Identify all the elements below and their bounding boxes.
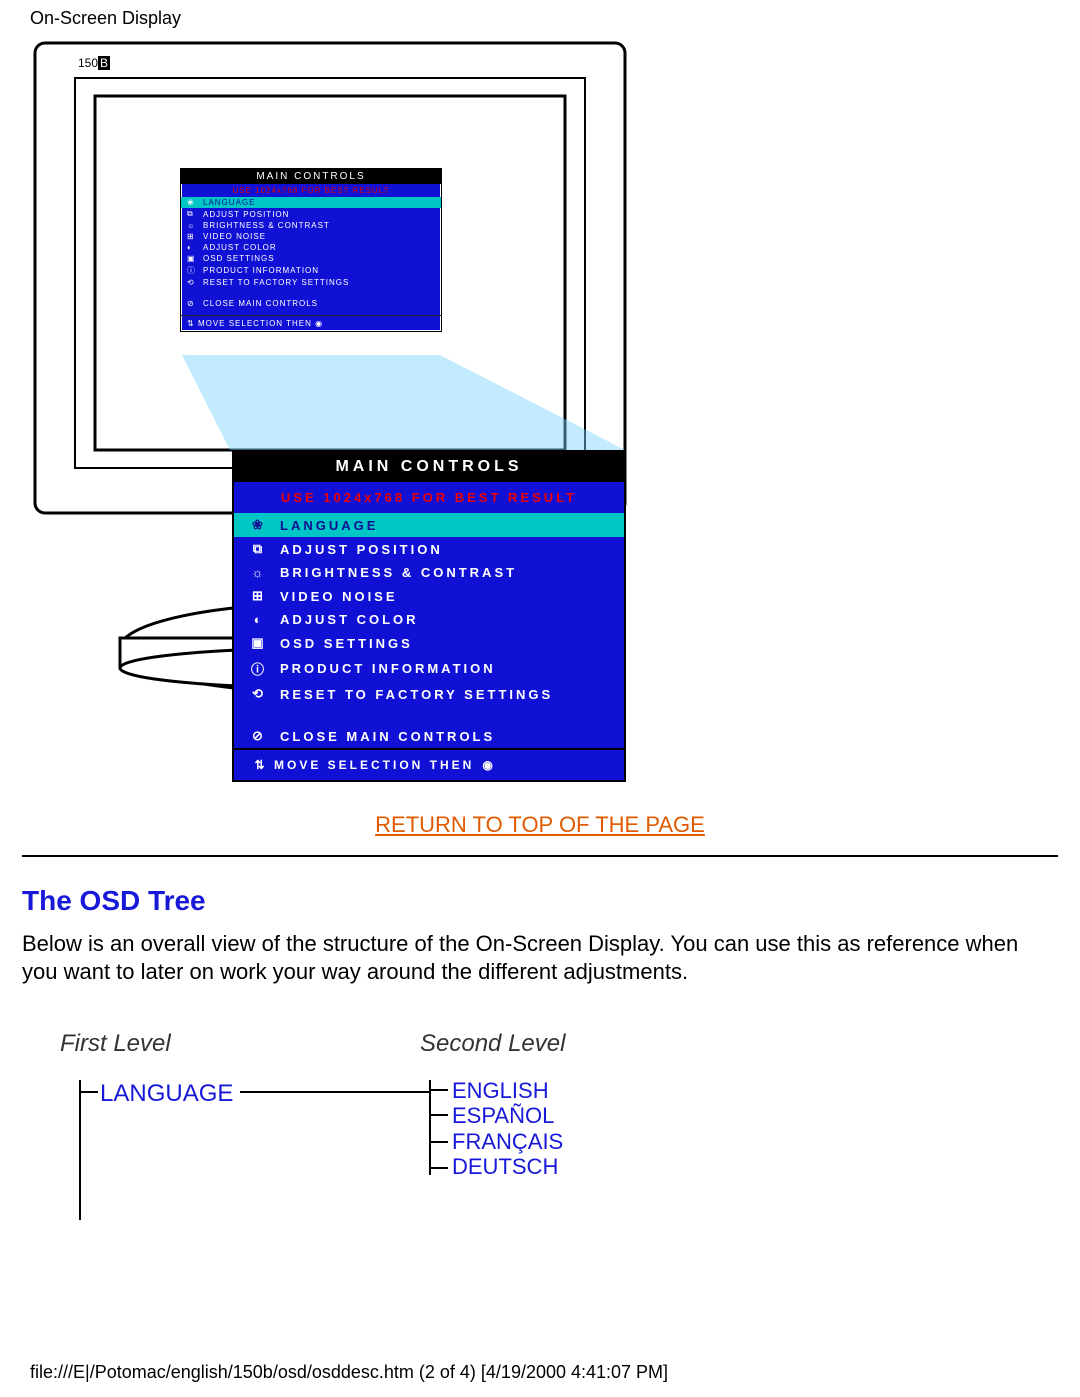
tree-connectors bbox=[60, 1070, 660, 1230]
osd-item-brightness[interactable]: ☼ BRIGHTNESS & CONTRAST bbox=[234, 561, 624, 584]
osd-preview-small: MAIN CONTROLS USE 1024x768 FOR BEST RESU… bbox=[180, 168, 442, 332]
page-header: On-Screen Display bbox=[30, 8, 181, 29]
return-to-top-link[interactable]: RETURN TO TOP OF THE PAGE bbox=[0, 812, 1080, 838]
osd-preview-large: MAIN CONTROLS USE 1024x768 FOR BEST RESU… bbox=[232, 450, 626, 782]
osd-footer-label: MOVE SELECTION THEN bbox=[274, 758, 474, 772]
model-suffix: B bbox=[98, 56, 110, 70]
updown-icon: ⇅ bbox=[248, 758, 274, 772]
tree-level2-header: Second Level bbox=[420, 1030, 565, 1058]
osd-item-label: PRODUCT INFORMATION bbox=[280, 661, 496, 676]
osd-item: ◐ADJUST COLOR bbox=[181, 242, 441, 253]
osd-warning: USE 1024x768 FOR BEST RESULT bbox=[181, 184, 441, 197]
osd-item-label: OSD SETTINGS bbox=[280, 636, 413, 651]
reset-icon: ⟲ bbox=[248, 686, 270, 702]
language-icon: ❀ bbox=[248, 517, 270, 533]
settings-icon: ▣ bbox=[248, 635, 270, 651]
osd-warning: USE 1024x768 FOR BEST RESULT bbox=[234, 482, 624, 513]
info-icon: ⓘ bbox=[187, 265, 199, 276]
brightness-icon: ☼ bbox=[248, 565, 270, 580]
osd-item-color[interactable]: ◐ ADJUST COLOR bbox=[234, 608, 624, 631]
osd-item-label: LANGUAGE bbox=[280, 518, 378, 533]
position-icon: ⧉ bbox=[187, 209, 199, 219]
enter-icon: ◉ bbox=[315, 319, 323, 328]
body-paragraph: Below is an overall view of the structur… bbox=[22, 930, 1058, 985]
tree-level1-header: First Level bbox=[60, 1030, 171, 1058]
osd-item: ▣OSD SETTINGS bbox=[181, 253, 441, 264]
osd-item-video-noise[interactable]: ⊞ VIDEO NOISE bbox=[234, 584, 624, 608]
brightness-icon: ☼ bbox=[187, 221, 199, 230]
close-icon: ⊘ bbox=[187, 299, 199, 308]
osd-item-language[interactable]: ❀ LANGUAGE bbox=[234, 513, 624, 537]
color-icon: ◐ bbox=[187, 243, 199, 252]
osd-item-label: VIDEO NOISE bbox=[280, 589, 398, 604]
osd-item-label: BRIGHTNESS & CONTRAST bbox=[280, 565, 517, 580]
osd-item-product-info[interactable]: ⓘ PRODUCT INFORMATION bbox=[234, 655, 624, 682]
position-icon: ⧉ bbox=[248, 541, 270, 557]
osd-footer: ⇅ MOVE SELECTION THEN ◉ bbox=[181, 315, 441, 331]
osd-title: MAIN CONTROLS bbox=[234, 452, 624, 482]
osd-item-label: RESET TO FACTORY SETTINGS bbox=[280, 687, 553, 702]
noise-icon: ⊞ bbox=[187, 232, 199, 241]
osd-item: ☼BRIGHTNESS & CONTRAST bbox=[181, 220, 441, 231]
noise-icon: ⊞ bbox=[248, 588, 270, 604]
osd-item: ⟲RESET TO FACTORY SETTINGS bbox=[181, 277, 441, 288]
document-page: On-Screen Display 150B MAIN CONTROLS USE… bbox=[0, 0, 1080, 1397]
osd-item: ❀LANGUAGE bbox=[181, 197, 441, 208]
color-icon: ◐ bbox=[248, 612, 270, 627]
settings-icon: ▣ bbox=[187, 254, 199, 263]
osd-title: MAIN CONTROLS bbox=[181, 169, 441, 184]
osd-item: ⊞VIDEO NOISE bbox=[181, 231, 441, 242]
updown-icon: ⇅ bbox=[187, 319, 195, 328]
model-prefix: 150 bbox=[78, 56, 98, 70]
divider bbox=[22, 855, 1058, 857]
osd-close[interactable]: ⊘ CLOSE MAIN CONTROLS bbox=[234, 724, 624, 748]
footer-file-path: file:///E|/Potomac/english/150b/osd/osdd… bbox=[30, 1362, 668, 1383]
enter-icon: ◉ bbox=[482, 758, 495, 772]
osd-close: ⊘CLOSE MAIN CONTROLS bbox=[181, 298, 441, 309]
close-icon: ⊘ bbox=[248, 728, 270, 744]
osd-item-label: ADJUST COLOR bbox=[280, 612, 419, 627]
osd-item-reset[interactable]: ⟲ RESET TO FACTORY SETTINGS bbox=[234, 682, 624, 706]
osd-item-position[interactable]: ⧉ ADJUST POSITION bbox=[234, 537, 624, 561]
info-icon: ⓘ bbox=[248, 659, 270, 678]
osd-close-label: CLOSE MAIN CONTROLS bbox=[280, 729, 495, 744]
reset-icon: ⟲ bbox=[187, 278, 199, 287]
osd-footer: ⇅ MOVE SELECTION THEN ◉ bbox=[234, 748, 624, 780]
language-icon: ❀ bbox=[187, 198, 199, 207]
section-title: The OSD Tree bbox=[22, 885, 206, 917]
osd-item-label: ADJUST POSITION bbox=[280, 542, 443, 557]
osd-item: ⧉ADJUST POSITION bbox=[181, 208, 441, 220]
osd-item: ⓘPRODUCT INFORMATION bbox=[181, 264, 441, 277]
osd-item-osd-settings[interactable]: ▣ OSD SETTINGS bbox=[234, 631, 624, 655]
